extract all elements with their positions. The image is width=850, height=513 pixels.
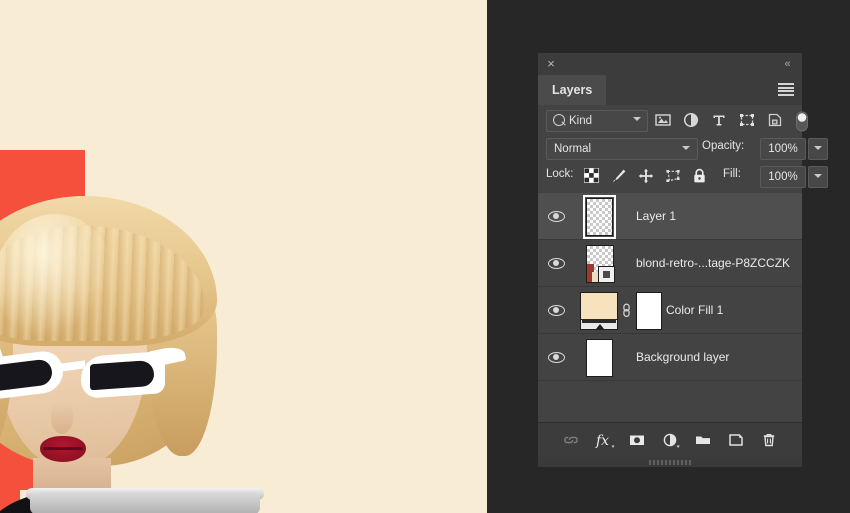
lock-icons (584, 166, 708, 186)
new-layer-icon[interactable] (726, 430, 746, 450)
add-layer-mask-icon[interactable] (627, 430, 647, 450)
gradient-slider-handle (596, 324, 604, 329)
filter-toggle-switch-icon[interactable] (794, 111, 812, 132)
layer-mask-thumbnail[interactable] (636, 292, 662, 330)
layer-style-fx-icon[interactable]: fx (594, 430, 615, 450)
filter-adjustment-layers-icon[interactable] (682, 111, 700, 129)
fill-value: 100% (768, 171, 798, 183)
layers-panel-footer: fx (538, 422, 802, 457)
layer-visibility-toggle[interactable] (538, 287, 574, 333)
table-row[interactable]: blond-retro-...tage-P8ZCCZK (538, 240, 802, 287)
chevron-down-icon[interactable] (682, 146, 690, 150)
lock-artboard-nesting-icon[interactable] (665, 168, 681, 184)
layer-name[interactable]: blond-retro-...tage-P8ZCCZK (636, 256, 790, 270)
close-icon[interactable]: × (544, 57, 558, 71)
layer-visibility-toggle[interactable] (538, 193, 574, 239)
filter-type-icons (654, 110, 812, 132)
filter-type-layers-icon[interactable] (710, 111, 728, 129)
layer-filter-row: Kind (538, 105, 808, 135)
tab-layers[interactable]: Layers (538, 75, 607, 105)
lock-row: Lock: Fill: 100% (538, 163, 828, 191)
lock-image-pixels-brush-icon[interactable] (611, 168, 627, 184)
lock-all-padlock-icon[interactable] (692, 168, 708, 184)
layer-name[interactable]: Background layer (636, 350, 729, 364)
layer-thumbnail[interactable] (583, 195, 616, 239)
chevron-down-icon[interactable] (814, 174, 822, 178)
eye-icon[interactable] (547, 257, 565, 269)
collapse-panel-icon[interactable]: « (779, 57, 795, 71)
lock-transparent-pixels-icon[interactable] (584, 168, 600, 184)
fill-input[interactable]: 100% (760, 166, 806, 188)
table-row[interactable]: Layer 1 (538, 193, 802, 240)
layers-panel[interactable]: × « Layers Kind Normal Opacity: 100% Loc… (538, 53, 828, 467)
svg-text:fx: fx (595, 433, 609, 449)
panel-resize-grip[interactable] (649, 460, 691, 465)
layer-thumbnail-cell[interactable] (574, 334, 636, 380)
layer-visibility-toggle[interactable] (538, 240, 574, 286)
layer-visibility-toggle[interactable] (538, 334, 574, 380)
opacity-value: 100% (768, 143, 798, 155)
model-photo (0, 196, 265, 513)
smart-object-badge (598, 266, 615, 283)
sunglasses (0, 344, 187, 404)
filter-kind-label: Kind (569, 115, 593, 127)
chevron-down-icon[interactable] (633, 117, 641, 121)
lock-position-move-icon[interactable] (638, 168, 654, 184)
layer-thumbnail[interactable] (580, 292, 618, 330)
blend-mode-dropdown[interactable]: Normal (546, 138, 698, 160)
document-canvas[interactable] (0, 0, 487, 513)
hair-highlight (0, 214, 115, 344)
chevron-down-icon[interactable] (814, 146, 822, 150)
panel-tab-bar[interactable]: Layers (538, 75, 802, 105)
layer-thumbnail[interactable] (586, 339, 613, 377)
filter-smart-object-icon[interactable] (766, 111, 784, 129)
filter-pixel-layers-icon[interactable] (654, 111, 672, 129)
bowl-shape (30, 492, 260, 513)
lens-glass-left (0, 358, 52, 393)
layer-mask-link-icon[interactable] (621, 302, 632, 318)
lips-line (43, 447, 83, 450)
screenshot-root: × « Layers Kind Normal Opacity: 100% Loc… (0, 0, 850, 513)
panel-menu-icon[interactable] (778, 83, 794, 96)
lock-label: Lock: (546, 168, 574, 180)
layer-thumbnail-cell[interactable] (574, 193, 636, 239)
sunglasses-bridge (61, 360, 85, 372)
panel-resize-strip[interactable] (538, 457, 802, 467)
fill-label: Fill: (723, 168, 741, 180)
blend-mode-row: Normal Opacity: 100% (538, 135, 828, 163)
layer-list[interactable]: Layer 1 blond-retro-...tage-P8ZCCZK Colo… (538, 193, 802, 423)
sunglasses-lens-right (81, 351, 165, 399)
lens-glass-right (90, 359, 154, 391)
table-row[interactable]: Background layer (538, 334, 802, 381)
blend-mode-value: Normal (554, 143, 592, 155)
new-fill-adjustment-layer-icon[interactable] (660, 430, 680, 450)
layer-thumbnail-cell[interactable] (574, 287, 666, 333)
filter-kind-dropdown[interactable]: Kind (546, 110, 648, 132)
sunglasses-lens-left (0, 348, 63, 402)
layers-panel-body: Kind Normal Opacity: 100% Lock: Fill: 10… (538, 105, 828, 457)
fill-stepper-button[interactable] (808, 166, 828, 188)
table-row[interactable]: Color Fill 1 (538, 287, 802, 334)
panel-title-bar[interactable]: × « (538, 53, 802, 75)
layer-name[interactable]: Color Fill 1 (666, 303, 723, 317)
delete-layer-trash-icon[interactable] (759, 430, 779, 450)
opacity-stepper-button[interactable] (808, 138, 828, 160)
search-icon-handle (561, 121, 566, 126)
filter-shape-layers-icon[interactable] (738, 111, 756, 129)
opacity-input[interactable]: 100% (760, 138, 806, 160)
eye-icon[interactable] (547, 304, 565, 316)
gradient-slider-bar (582, 320, 616, 323)
layer-name[interactable]: Layer 1 (636, 209, 676, 223)
layer-thumbnail-cell[interactable] (574, 240, 636, 286)
nose-shading (51, 402, 73, 434)
opacity-label: Opacity: (702, 140, 745, 152)
link-layers-icon[interactable] (561, 430, 581, 450)
eye-icon[interactable] (547, 210, 565, 222)
new-group-folder-icon[interactable] (693, 430, 713, 450)
eye-icon[interactable] (547, 351, 565, 363)
